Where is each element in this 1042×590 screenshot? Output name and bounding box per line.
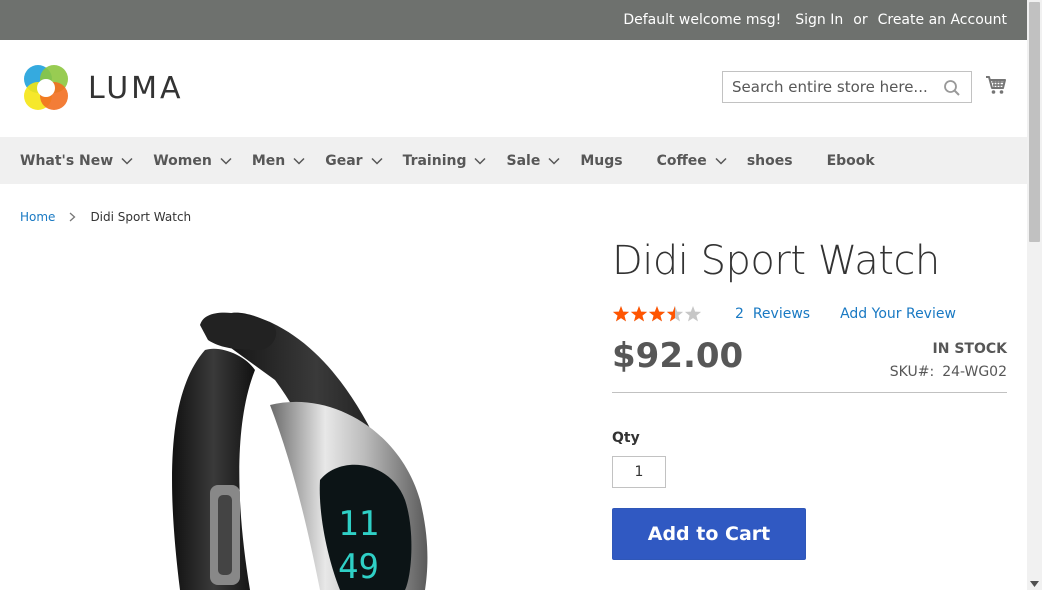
product-sku: SKU#: 24-WG02 [890,364,1007,380]
nav-item-mugs[interactable]: Mugs [580,153,622,169]
nav-item-shoes[interactable]: shoes [747,153,793,169]
sign-in-link[interactable]: Sign In [795,12,843,28]
product-rating: 2 Reviews Add Your Review [612,305,956,323]
star-icon [648,306,666,322]
chevron-down-icon [548,157,560,165]
chevron-down-icon [715,157,727,165]
shopping-cart-icon[interactable] [985,74,1007,96]
watch-display-minutes: 49 [338,547,379,587]
divider [612,392,1007,393]
scroll-down-arrow-icon[interactable] [1030,580,1039,588]
qty-input[interactable] [612,456,666,488]
nav-item-what-s-new[interactable]: What's New [20,153,133,169]
create-account-link[interactable]: Create an Account [878,12,1007,28]
nav-item-label: Mugs [580,152,623,169]
reviews-link[interactable]: 2 Reviews [735,306,810,322]
nav-item-label: Men [251,152,286,169]
sport-watch-image: 11 49 [172,312,428,590]
nav-item-men[interactable]: Men [252,153,305,169]
nav-item-label: Ebook [826,152,875,169]
reviews-label: Reviews [752,306,811,322]
nav-item-label: shoes [746,152,793,169]
nav-item-label: Women [153,152,212,169]
add-review-link[interactable]: Add Your Review [840,306,956,322]
nav-item-coffee[interactable]: Coffee [657,153,727,169]
page: Default welcome msg! Sign In or Create a… [0,0,1042,590]
chevron-down-icon [371,157,383,165]
search-input[interactable] [732,78,937,96]
search-box [722,71,972,103]
qty-label: Qty [612,430,640,446]
nav-item-women[interactable]: Women [153,153,232,169]
or-text: or [853,12,868,28]
sku-label: SKU#: [889,364,935,380]
vertical-scrollbar[interactable] [1027,0,1042,590]
breadcrumb: Home Didi Sport Watch [20,210,191,224]
nav-item-label: Sale [506,152,541,169]
header: LUMA [0,40,1027,137]
rating-stars [612,305,702,323]
nav-item-label: What's New [20,152,114,169]
nav-item-gear[interactable]: Gear [325,152,383,169]
star-icon [612,306,630,322]
scrollbar-thumb[interactable] [1029,2,1040,242]
product-image[interactable]: 11 49 [20,240,585,590]
star-rating-graphic [612,306,702,322]
chevron-down-icon [121,157,133,165]
stock-status: In stock [932,341,1007,357]
nav-item-training[interactable]: Training [403,153,487,169]
nav-item-label: Coffee [656,152,707,169]
product-price: $92.00 [612,336,744,376]
star-icon [684,306,702,322]
breadcrumb-current: Didi Sport Watch [90,210,192,224]
reviews-count: 2 [735,306,744,322]
welcome-message: Default welcome msg! [623,12,782,28]
nav-item-ebook[interactable]: Ebook [827,153,875,169]
top-bar: Default welcome msg! Sign In or Create a… [0,0,1027,40]
nav-item-label: Gear [325,152,363,169]
breadcrumb-home-link[interactable]: Home [20,210,55,224]
chevron-down-icon [474,157,487,165]
product-title: Didi Sport Watch [612,238,940,284]
nav-item-sale[interactable]: Sale [506,153,560,169]
sku-value: 24-WG02 [942,364,1007,380]
watch-display-hours: 11 [338,504,379,544]
logo-text: LUMA [88,70,184,106]
chevron-down-icon [220,157,232,165]
chevron-right-icon [70,212,76,222]
main-navigation: What's New Women Men Gear Training Sale Mugs Co… [0,137,1027,184]
luma-logo-icon [24,65,68,110]
search-icon[interactable] [943,79,961,97]
nav-item-label: Training [402,152,467,169]
luma-logo[interactable]: LUMA [20,62,184,114]
chevron-down-icon [293,157,305,165]
star-icon [630,306,648,322]
add-to-cart-button[interactable]: Add to Cart [612,508,806,560]
